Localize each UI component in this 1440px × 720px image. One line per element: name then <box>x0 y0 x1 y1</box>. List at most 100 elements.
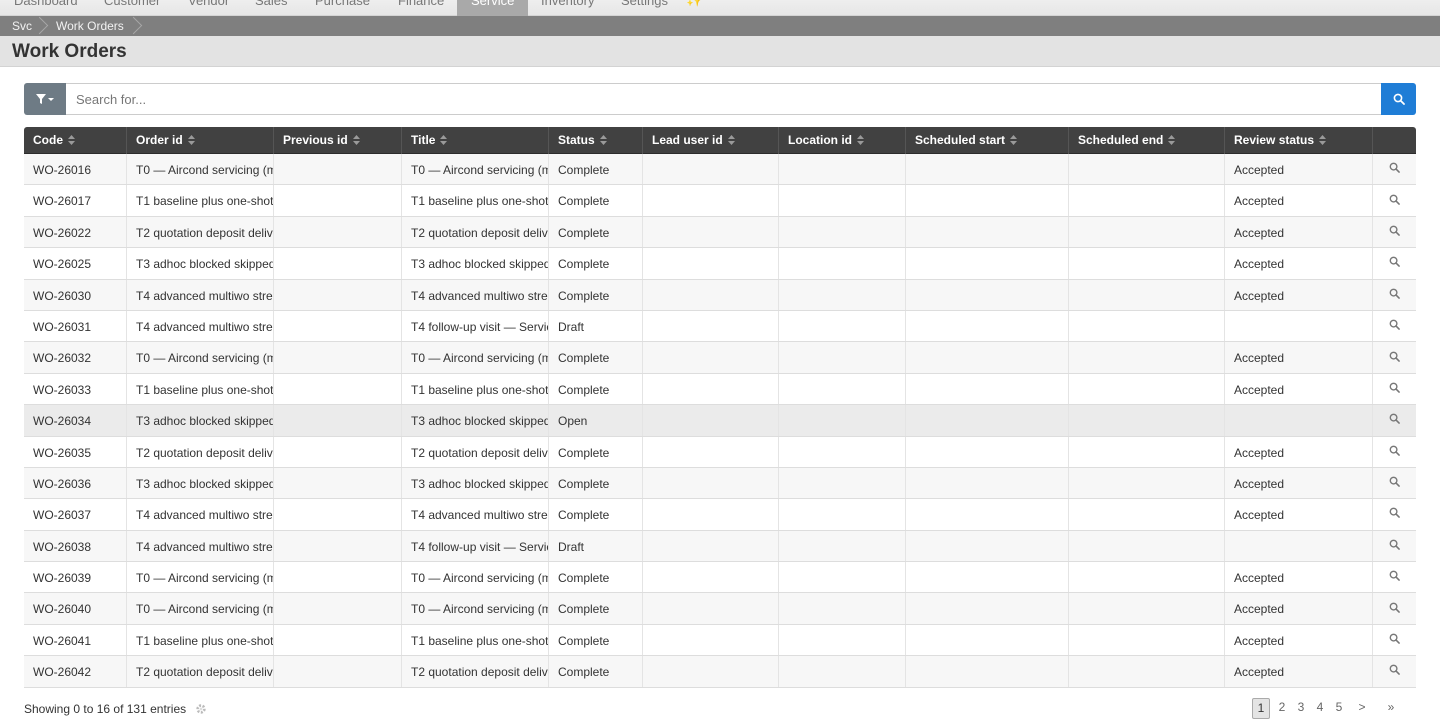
column-header-status[interactable]: Status <box>549 127 643 154</box>
column-header-code[interactable]: Code <box>24 127 127 154</box>
column-header-lead-user-id[interactable]: Lead user id <box>643 127 779 154</box>
view-record-button[interactable] <box>1373 405 1416 435</box>
column-header-scheduled-end[interactable]: Scheduled end <box>1069 127 1225 154</box>
view-record-button[interactable] <box>1373 154 1416 184</box>
column-header-title[interactable]: Title <box>402 127 549 154</box>
cell-code: WO-26042 <box>24 656 127 687</box>
table-row[interactable]: WO-26039 T0 — Aircond servicing (m T0 — Ai… <box>24 562 1416 594</box>
filter-button[interactable] <box>24 83 66 115</box>
cell-lead-user-id <box>643 499 779 530</box>
table-row[interactable]: WO-26041 T1 baseline plus one-shot T1 base… <box>24 624 1416 657</box>
cell-previous-id <box>274 154 402 185</box>
table-row[interactable]: WO-26036 T3 adhoc blocked skipped T3 adhoc… <box>24 467 1416 500</box>
cell-scheduled-end <box>1069 467 1225 499</box>
cell-order-id: T3 adhoc blocked skipped <box>127 405 274 436</box>
column-header-order-id[interactable]: Order id <box>127 127 274 154</box>
nav-sales[interactable]: Sales <box>255 0 288 8</box>
cell-code: WO-26016 <box>24 154 127 185</box>
magnifier-icon <box>1389 413 1400 427</box>
sparkle-icon[interactable]: ✨ <box>686 0 703 8</box>
nav-finance[interactable]: Finance <box>398 0 444 8</box>
cell-scheduled-start <box>906 248 1069 279</box>
sort-icon <box>187 134 195 148</box>
magnifier-icon <box>1389 194 1400 208</box>
search-button[interactable] <box>1381 83 1416 115</box>
view-record-button[interactable] <box>1373 499 1416 529</box>
page-3-button[interactable]: 3 <box>1293 698 1309 719</box>
cell-lead-user-id <box>643 248 779 279</box>
table-row[interactable]: WO-26016 T0 — Aircond servicing (m T0 — Ai… <box>24 154 1416 186</box>
table-row[interactable]: WO-26032 T0 — Aircond servicing (m T0 — Ai… <box>24 342 1416 374</box>
table-row[interactable]: WO-26031 T4 advanced multiwo stres T4 foll… <box>24 310 1416 343</box>
view-record-button[interactable] <box>1373 342 1416 372</box>
view-record-button[interactable] <box>1373 437 1416 467</box>
cell-scheduled-start <box>906 467 1069 499</box>
page-5-button[interactable]: 5 <box>1331 698 1347 719</box>
view-record-button[interactable] <box>1373 656 1416 686</box>
view-record-button[interactable] <box>1373 625 1416 655</box>
table-row[interactable]: WO-26040 T0 — Aircond servicing (m T0 — Ai… <box>24 593 1416 625</box>
nav-settings[interactable]: Settings <box>621 0 668 8</box>
table-row[interactable]: WO-26035 T2 quotation deposit deliv T2 quo… <box>24 436 1416 468</box>
cell-status: Complete <box>549 436 643 467</box>
breadcrumb-svc[interactable]: Svc <box>12 19 32 33</box>
view-record-button[interactable] <box>1373 248 1416 278</box>
view-record-button[interactable] <box>1373 280 1416 310</box>
cell-review-status: Accepted <box>1225 499 1373 530</box>
nav-service[interactable]: Service <box>457 0 529 16</box>
cell-code: WO-26039 <box>24 562 127 593</box>
cell-title: T4 advanced multiwo stres <box>402 499 549 530</box>
view-record-button[interactable] <box>1373 374 1416 404</box>
cell-order-id: T4 advanced multiwo stres <box>127 310 274 342</box>
table-row[interactable]: WO-26022 T2 quotation deposit deliv T2 quo… <box>24 216 1416 249</box>
nav-purchase[interactable]: Purchase <box>315 0 370 8</box>
column-header-scheduled-start[interactable]: Scheduled start <box>906 127 1069 154</box>
cell-code: WO-26040 <box>24 593 127 624</box>
cell-review-status <box>1225 530 1373 562</box>
view-record-button[interactable] <box>1373 311 1416 341</box>
view-record-button[interactable] <box>1373 593 1416 623</box>
table-row[interactable]: WO-26037 T4 advanced multiwo stres T4 adva… <box>24 499 1416 531</box>
table-row[interactable]: WO-26033 T1 baseline plus one-shot T1 base… <box>24 373 1416 406</box>
magnifier-icon <box>1389 570 1400 584</box>
cell-review-status: Accepted <box>1225 248 1373 279</box>
nav-dashboard[interactable]: Dashboard <box>14 0 78 8</box>
cell-status: Complete <box>549 467 643 499</box>
cell-scheduled-start <box>906 342 1069 373</box>
page-2-button[interactable]: 2 <box>1274 698 1290 719</box>
cell-lead-user-id <box>643 624 779 656</box>
view-record-button[interactable] <box>1373 185 1416 215</box>
nav-vendor[interactable]: Vendor <box>188 0 229 8</box>
column-header-review-status[interactable]: Review status <box>1225 127 1373 154</box>
view-record-button[interactable] <box>1373 562 1416 592</box>
page-4-button[interactable]: 4 <box>1312 698 1328 719</box>
table-row[interactable]: WO-26034 T3 adhoc blocked skipped T3 adhoc… <box>24 405 1416 437</box>
page-1-button[interactable]: 1 <box>1252 698 1270 719</box>
magnifier-icon <box>1389 225 1400 239</box>
cell-scheduled-start <box>906 530 1069 562</box>
cell-scheduled-start <box>906 656 1069 687</box>
cell-code: WO-26033 <box>24 373 127 405</box>
table-row[interactable]: WO-26030 T4 advanced multiwo stres T4 adva… <box>24 279 1416 311</box>
page-last-button[interactable]: » <box>1383 698 1399 719</box>
column-header-location-id[interactable]: Location id <box>779 127 906 154</box>
sort-icon <box>857 134 864 148</box>
cell-previous-id <box>274 185 402 216</box>
nav-customer[interactable]: Customer <box>104 0 160 8</box>
table-row[interactable]: WO-26017 T1 baseline plus one-shot T1 base… <box>24 185 1416 217</box>
view-record-button[interactable] <box>1373 468 1416 498</box>
table-row[interactable]: WO-26038 T4 advanced multiwo stres T4 foll… <box>24 530 1416 563</box>
nav-inventory[interactable]: Inventory <box>541 0 594 8</box>
page-next-button[interactable]: > <box>1354 698 1370 719</box>
table-row[interactable]: WO-26042 T2 quotation deposit deliv T2 quo… <box>24 656 1416 688</box>
table-row[interactable]: WO-26025 T3 adhoc blocked skipped T3 adhoc… <box>24 248 1416 280</box>
gear-icon[interactable] <box>195 703 207 718</box>
cell-review-status <box>1225 405 1373 436</box>
search-input[interactable] <box>66 83 1382 115</box>
column-header-previous-id[interactable]: Previous id <box>274 127 402 154</box>
cell-previous-id <box>274 342 402 373</box>
view-record-button[interactable] <box>1373 217 1416 247</box>
cell-previous-id <box>274 216 402 248</box>
view-record-button[interactable] <box>1373 531 1416 561</box>
breadcrumb-work-orders[interactable]: Work Orders <box>56 19 124 33</box>
